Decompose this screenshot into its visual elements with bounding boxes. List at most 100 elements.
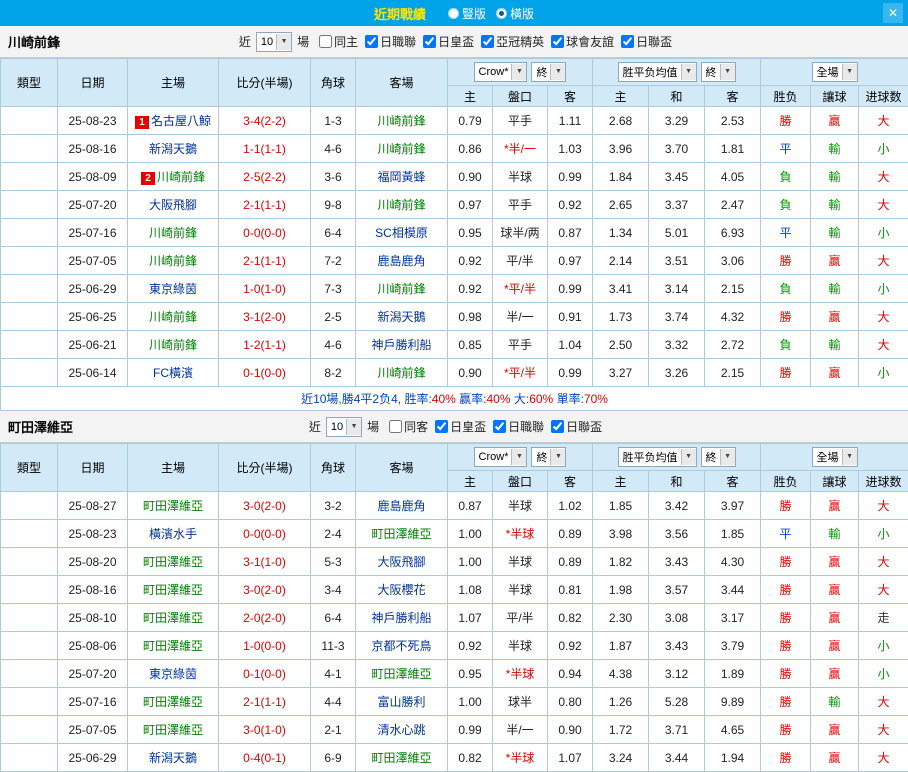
view-mode-radio[interactable]: 橫版	[496, 5, 534, 22]
home-team-name[interactable]: 町田澤維亞	[143, 499, 203, 513]
final-odds-select[interactable]: 終▼	[531, 62, 566, 82]
avg-home-odds: 2.68	[593, 107, 649, 135]
home-team-name[interactable]: 新潟天鵝	[149, 142, 197, 156]
home-team-name[interactable]: 川崎前鋒	[149, 310, 197, 324]
away-team-name[interactable]: SC相模原	[375, 226, 428, 240]
final-avg-select[interactable]: 終▼	[701, 62, 736, 82]
filter-checkbox[interactable]	[493, 420, 506, 433]
column-header-away: 客場	[356, 444, 448, 492]
home-team-name[interactable]: 新潟天鵝	[149, 751, 197, 765]
away-team-cell: 川崎前鋒	[356, 107, 448, 135]
full-match-select[interactable]: 全場▼	[812, 447, 858, 467]
filter-checkbox-item[interactable]: 日職聯	[365, 33, 416, 50]
filter-checkbox-item[interactable]: 球會友誼	[551, 33, 614, 50]
avg-away-odds: 1.89	[705, 660, 761, 688]
filter-checkbox[interactable]	[551, 420, 564, 433]
home-team-name[interactable]: 東京綠茵	[149, 667, 197, 681]
league-type: 日皇盃	[1, 492, 58, 520]
match-row: 日職聯25-07-05町田澤維亞3-0(1-0)2-1清水心跳0.99半/一0.…	[1, 716, 908, 744]
away-team-name[interactable]: 福岡黃蜂	[377, 170, 425, 184]
home-team-name[interactable]: 名古屋八鯨	[151, 114, 211, 128]
chevron-down-icon: ▼	[681, 64, 696, 80]
close-button[interactable]: ✕	[883, 3, 903, 23]
home-team-name[interactable]: 橫濱水手	[149, 527, 197, 541]
filter-checkbox[interactable]	[365, 35, 378, 48]
filter-checkbox-item[interactable]: 同主	[319, 33, 358, 50]
filter-checkbox[interactable]	[435, 420, 448, 433]
league-type: 日職聯	[1, 275, 58, 303]
home-team-name[interactable]: 町田澤維亞	[143, 723, 203, 737]
filter-checkbox-item[interactable]: 日聯盃	[621, 33, 672, 50]
ah-line: 半/一	[493, 716, 548, 744]
avg-draw-odds: 3.37	[649, 191, 705, 219]
handicap-result: 贏	[811, 303, 859, 331]
match-count-select[interactable]: 10▼	[326, 417, 362, 437]
away-team-name[interactable]: 川崎前鋒	[377, 114, 425, 128]
filter-checkbox-item[interactable]: 同客	[389, 418, 428, 435]
away-team-name[interactable]: 京都不死鳥	[371, 639, 431, 653]
away-team-name[interactable]: 神戶勝利船	[371, 611, 431, 625]
away-team-name[interactable]: 神戶勝利船	[371, 338, 431, 352]
away-team-name[interactable]: 鹿島鹿角	[377, 254, 425, 268]
match-date: 25-06-21	[58, 331, 128, 359]
match-row: 日職聯25-06-29新潟天鵝0-4(0-1)6-9町田澤維亞0.82*半球1.…	[1, 744, 908, 772]
view-mode-radio[interactable]: 豎版	[448, 5, 486, 22]
filter-checkbox-item[interactable]: 日職聯	[493, 418, 544, 435]
filter-checkbox-item[interactable]: 日皇盃	[435, 418, 486, 435]
away-team-name[interactable]: 富山勝利	[377, 695, 425, 709]
home-team-name[interactable]: 町田澤維亞	[143, 611, 203, 625]
bookmaker-select[interactable]: Crow*▼	[474, 447, 528, 467]
filter-checkbox[interactable]	[319, 35, 332, 48]
home-team-name[interactable]: 川崎前鋒	[149, 338, 197, 352]
home-team-name[interactable]: 東京綠茵	[149, 282, 197, 296]
match-count-select[interactable]: 10▼	[256, 32, 292, 52]
away-team-name[interactable]: 川崎前鋒	[377, 366, 425, 380]
ah-away-odds: 0.89	[548, 548, 593, 576]
away-team-name[interactable]: 町田澤維亞	[371, 667, 431, 681]
bookmaker-select[interactable]: Crow*▼	[474, 62, 528, 82]
goals-result: 小	[859, 135, 908, 163]
avg-odds-select-value: 胜平负均值	[623, 449, 678, 465]
filter-checkbox-item[interactable]: 日皇盃	[423, 33, 474, 50]
avg-odds-select[interactable]: 胜平负均值▼	[618, 62, 697, 82]
away-team-name[interactable]: 町田澤維亞	[371, 527, 431, 541]
home-team-name[interactable]: 町田澤維亞	[143, 695, 203, 709]
match-score: 3-1(2-0)	[219, 303, 311, 331]
corner-score: 4-6	[311, 135, 356, 163]
away-team-name[interactable]: 川崎前鋒	[377, 198, 425, 212]
filter-checkbox[interactable]	[621, 35, 634, 48]
home-team-name[interactable]: 川崎前鋒	[149, 226, 197, 240]
match-date: 25-08-16	[58, 135, 128, 163]
ah-away-odds: 0.89	[548, 520, 593, 548]
avg-draw-odds: 3.14	[649, 275, 705, 303]
filter-checkbox[interactable]	[481, 35, 494, 48]
away-team-name[interactable]: 大阪櫻花	[377, 583, 425, 597]
home-team-name[interactable]: 町田澤維亞	[143, 583, 203, 597]
filter-checkbox-item[interactable]: 日聯盃	[551, 418, 602, 435]
avg-odds-select[interactable]: 胜平负均值▼	[618, 447, 697, 467]
filter-checkbox[interactable]	[389, 420, 402, 433]
away-team-name[interactable]: 川崎前鋒	[377, 282, 425, 296]
away-team-name[interactable]: 新潟天鵝	[377, 310, 425, 324]
home-team-name[interactable]: 大阪飛腳	[149, 198, 197, 212]
ah-line: 球半	[493, 688, 548, 716]
home-team-name[interactable]: 川崎前鋒	[157, 170, 205, 184]
away-team-name[interactable]: 清水心跳	[377, 723, 425, 737]
home-team-name[interactable]: 町田澤維亞	[143, 555, 203, 569]
league-type: 日職聯	[1, 135, 58, 163]
final-avg-select[interactable]: 終▼	[701, 447, 736, 467]
filter-checkbox[interactable]	[423, 35, 436, 48]
home-team-name[interactable]: 川崎前鋒	[149, 254, 197, 268]
final-odds-select[interactable]: 終▼	[531, 447, 566, 467]
full-match-select[interactable]: 全場▼	[812, 62, 858, 82]
away-team-name[interactable]: 川崎前鋒	[377, 142, 425, 156]
away-team-name[interactable]: 大阪飛腳	[377, 555, 425, 569]
away-team-name[interactable]: 鹿島鹿角	[377, 499, 425, 513]
away-team-cell: 町田澤維亞	[356, 520, 448, 548]
home-team-name[interactable]: 町田澤維亞	[143, 639, 203, 653]
away-team-name[interactable]: 町田澤維亞	[371, 751, 431, 765]
home-team-name[interactable]: FC橫濱	[153, 366, 193, 380]
filter-checkbox[interactable]	[551, 35, 564, 48]
final-avg-select-value: 終	[706, 64, 717, 80]
filter-checkbox-item[interactable]: 亞冠精英	[481, 33, 544, 50]
